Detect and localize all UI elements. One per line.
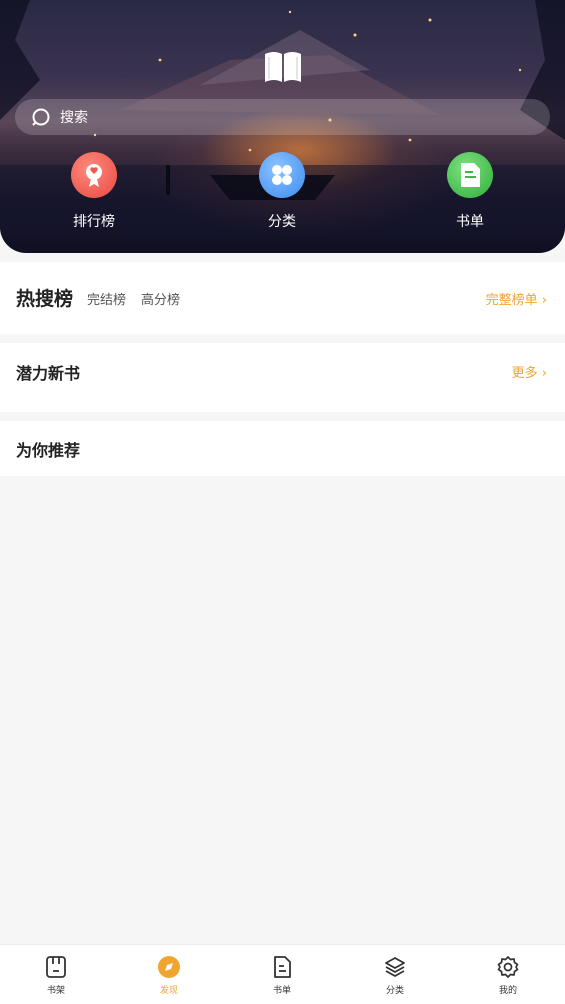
nav-label: 发现 xyxy=(159,986,178,996)
ranking-icon xyxy=(71,152,117,198)
potential-books-section: 潜力新书 更多 › xyxy=(0,343,565,412)
chevron-right-icon: › xyxy=(541,293,547,308)
nav-bookshelf[interactable]: 书架 xyxy=(26,955,86,996)
full-ranking-label: 完整榜单 xyxy=(485,293,538,308)
hero-banner: 搜索 排行榜 分类 书单 xyxy=(0,0,565,253)
nav-label: 我的 xyxy=(498,986,517,996)
tab-high-score[interactable]: 高分榜 xyxy=(141,289,180,308)
layers-icon xyxy=(385,957,405,977)
recommend-title: 为你推荐 xyxy=(16,441,81,460)
quick-link-label: 分类 xyxy=(268,214,296,230)
category-icon xyxy=(259,152,305,198)
booklist-icon xyxy=(447,152,493,198)
quick-link-ranking[interactable]: 排行榜 xyxy=(54,152,134,231)
booklist-icon xyxy=(274,956,291,978)
discover-icon xyxy=(158,956,180,978)
nav-label: 书架 xyxy=(46,986,65,996)
nav-label: 书单 xyxy=(272,986,291,996)
recommend-section: 为你推荐 xyxy=(0,421,565,476)
quick-link-booklist[interactable]: 书单 xyxy=(430,152,510,231)
book-logo-icon xyxy=(265,52,301,82)
nav-discover[interactable]: 发现 xyxy=(139,955,199,996)
bookshelf-icon xyxy=(46,956,66,978)
hot-search-section: 热搜榜 完结榜 高分榜 完整榜单 › xyxy=(0,262,565,334)
hot-search-title: 热搜榜 xyxy=(16,288,74,310)
nav-label: 分类 xyxy=(385,986,404,996)
quick-link-category[interactable]: 分类 xyxy=(242,152,322,231)
more-label: 更多 xyxy=(511,366,538,381)
search-placeholder: 搜索 xyxy=(60,110,88,126)
search-bar[interactable]: 搜索 xyxy=(15,99,550,135)
nav-category[interactable]: 分类 xyxy=(365,955,425,996)
full-ranking-link[interactable]: 完整榜单 › xyxy=(486,289,547,308)
more-link[interactable]: 更多 › xyxy=(512,362,547,381)
quick-link-label: 排行榜 xyxy=(73,214,115,230)
bottom-navigation: 书架 发现 书单 分类 我的 xyxy=(0,944,565,1004)
nav-booklist[interactable]: 书单 xyxy=(252,955,312,996)
search-icon xyxy=(32,108,50,126)
potential-books-title: 潜力新书 xyxy=(16,364,81,383)
nav-mine[interactable]: 我的 xyxy=(478,955,538,996)
quick-link-label: 书单 xyxy=(456,214,484,230)
gear-icon xyxy=(497,956,519,978)
tab-completed[interactable]: 完结榜 xyxy=(87,289,126,308)
chevron-right-icon: › xyxy=(541,366,547,381)
